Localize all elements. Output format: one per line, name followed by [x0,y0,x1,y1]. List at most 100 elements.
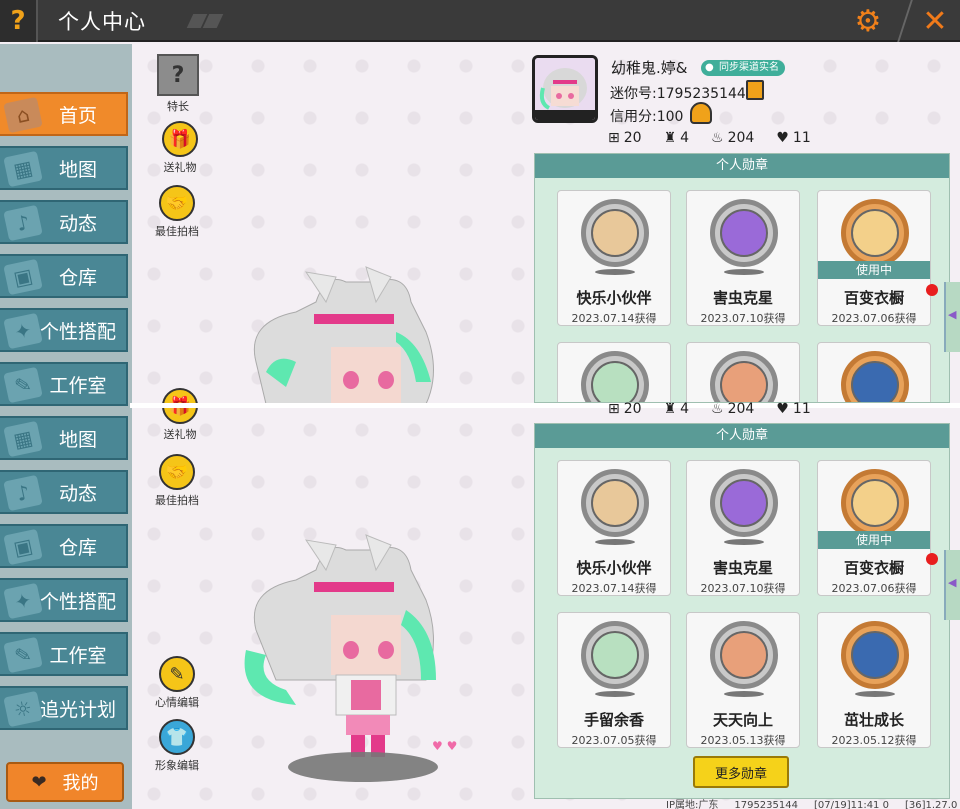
sidebar-item-label: 仓库 [58,536,97,559]
sidebar-item[interactable]: ✦ 个性搭配 [0,308,128,352]
sidebar-item-label: 首页 [58,104,97,127]
best-partner-label: 最佳拍档 [155,225,199,238]
sidebar-item-label: 仓库 [58,266,97,289]
sidebar-item[interactable]: ♪ 动态 [0,200,128,244]
gear-icon[interactable]: ⚙ [848,4,888,39]
specialty-button[interactable]: ? 特长 [155,54,201,114]
badge-card[interactable]: 快乐小伙伴 2023.07.14获得 [557,460,671,596]
copy-icon[interactable] [746,80,764,100]
badge-card[interactable]: 茁壮成长2023.05.12获得 [817,612,931,748]
medal-icon [581,469,649,537]
badge-card[interactable]: 天天向上2023.05.13获得 [686,342,800,402]
sidebar-item[interactable]: ▣ 仓库 [0,254,128,298]
send-gift-button-2[interactable]: 🎁 送礼物 [157,388,203,442]
send-gift-button[interactable]: 🎁 送礼物 [157,121,203,175]
mood-edit-label: 心情编辑 [155,696,199,709]
medal-icon [581,621,649,689]
badge-card[interactable]: 手留余香2023.07.05获得 [557,342,671,402]
medal-base [724,539,764,545]
best-partner-button[interactable]: 🤝 最佳拍档 [154,185,200,239]
stat-item: ⊞ 20 [608,130,642,146]
character-avatar[interactable]: ♥ ♥ [236,530,466,766]
outfit-icon: ✦ [3,582,43,620]
character-avatar-top[interactable] [236,262,446,404]
heart-icon: ❤ [31,771,47,793]
sidebar-item[interactable]: ▦ 地图 [0,146,128,190]
map-icon: ▦ [3,150,43,188]
badge-card[interactable]: 茁壮成长2023.05.12获得 [817,342,931,402]
outfit-icon: ✦ [3,312,43,350]
title-divider [897,0,913,42]
badge-card[interactable]: 天天向上2023.05.13获得 [686,612,800,748]
fire-icon: ♨ [711,130,724,146]
home-icon: ⌂ [3,96,43,134]
profile-stats-2: ⊞ 20 ♜ 4 ♨ 204 ♥ 11 [608,401,811,417]
handshake-icon: 🤝 [159,185,195,221]
medal-base [595,691,635,697]
badge-date: 2023.07.06获得 [831,312,917,325]
medal-base [724,691,764,697]
shirt-icon: 👕 [159,719,195,755]
sidebar-item[interactable]: ♪ 动态 [0,470,128,514]
sidebar-item[interactable]: ▦ 地图 [0,416,128,460]
sidebar-item-label: 工作室 [49,644,107,667]
medal-icon [841,621,909,689]
sidebar-item[interactable]: ✦ 个性搭配 [0,578,128,622]
specialty-label: 特长 [167,100,189,113]
sidebar-item[interactable]: ✎ 工作室 [0,362,128,406]
sidebar-item-label: 地图 [58,158,97,181]
character-shadow [288,752,438,782]
badge-panel-title: 个人勋章 [535,424,949,448]
footer-time: [07/19]11:41 0 [813,800,889,809]
sidebar-item-label: 工作室 [49,374,107,397]
stat-value: 204 [727,130,755,146]
stat-value: 11 [792,401,811,417]
image-edit-button[interactable]: 👕 形象编辑 [154,719,200,773]
studio-icon: ✎ [3,366,43,404]
badge-name: 害虫克星 [712,289,773,307]
close-button[interactable]: ✕ [912,2,958,40]
sidebar-item[interactable]: ✎ 工作室 [0,632,128,676]
notification-dot [926,553,938,565]
stat-value: 4 [680,130,690,146]
mini-id: 迷你号:1795235144 [610,86,746,102]
badge-date: 2023.07.06获得 [831,582,917,595]
credit-score: 信用分:100 [610,109,684,125]
mood-edit-button[interactable]: ✎ 心情编辑 [154,656,200,710]
footer-version: [36]1.27.0 [904,800,958,809]
sidebar-item-label: 动态 [58,212,97,235]
profile-stats: ⊞ 20 ♜ 4 ♨ 204 ♥ 11 [608,130,811,146]
avatar[interactable] [532,55,598,123]
badge-panel-top: 个人勋章 快乐小伙伴 2023.07.14获得 害虫克星 2023.07.10获得 使用… [534,153,950,403]
stat-item: ♥ 11 [776,401,810,417]
badge-date: 2023.07.05获得 [571,734,657,747]
handshake-icon: 🤝 [159,454,195,490]
sidebar-item[interactable]: ▣ 仓库 [0,524,128,568]
footer-uid: 1795235144 [734,800,798,809]
medal-icon [710,469,778,537]
sidebar-item[interactable]: ⌂ 首页 [0,92,128,136]
stat-value: 20 [623,130,642,146]
badge-card[interactable]: 使用中 百变衣橱 2023.07.06获得 [817,190,931,326]
badge-card[interactable]: 手留余香2023.07.05获得 [557,612,671,748]
badge-card[interactable]: 使用中 百变衣橱 2023.07.06获得 [817,460,931,596]
credit-icon[interactable] [690,102,712,124]
help-button[interactable]: ? [0,0,38,42]
best-partner-label: 最佳拍档 [155,494,199,507]
sidebar-item[interactable]: ☼ 追光计划 [0,686,128,730]
medal-icon [841,199,909,267]
expand-tab[interactable] [944,550,960,620]
sidebar-item-label: 追光计划 [39,698,116,721]
fans-icon: ♜ [663,401,677,417]
badge-card[interactable]: 害虫克星 2023.07.10获得 [686,460,800,596]
in-use-tag: 使用中 [818,261,930,279]
mine-button[interactable]: ❤ 我的 [6,762,124,802]
badge-card[interactable]: 害虫克星 2023.07.10获得 [686,190,800,326]
best-partner-button-2[interactable]: 🤝 最佳拍档 [154,454,200,508]
badge-name: 百变衣橱 [843,559,904,577]
expand-tab[interactable] [944,282,960,352]
more-badges-button[interactable]: 更多勋章 [693,756,789,788]
badge-card[interactable]: 快乐小伙伴 2023.07.14获得 [557,190,671,326]
gift-icon: 🎁 [162,121,198,157]
notification-dot [926,284,938,296]
